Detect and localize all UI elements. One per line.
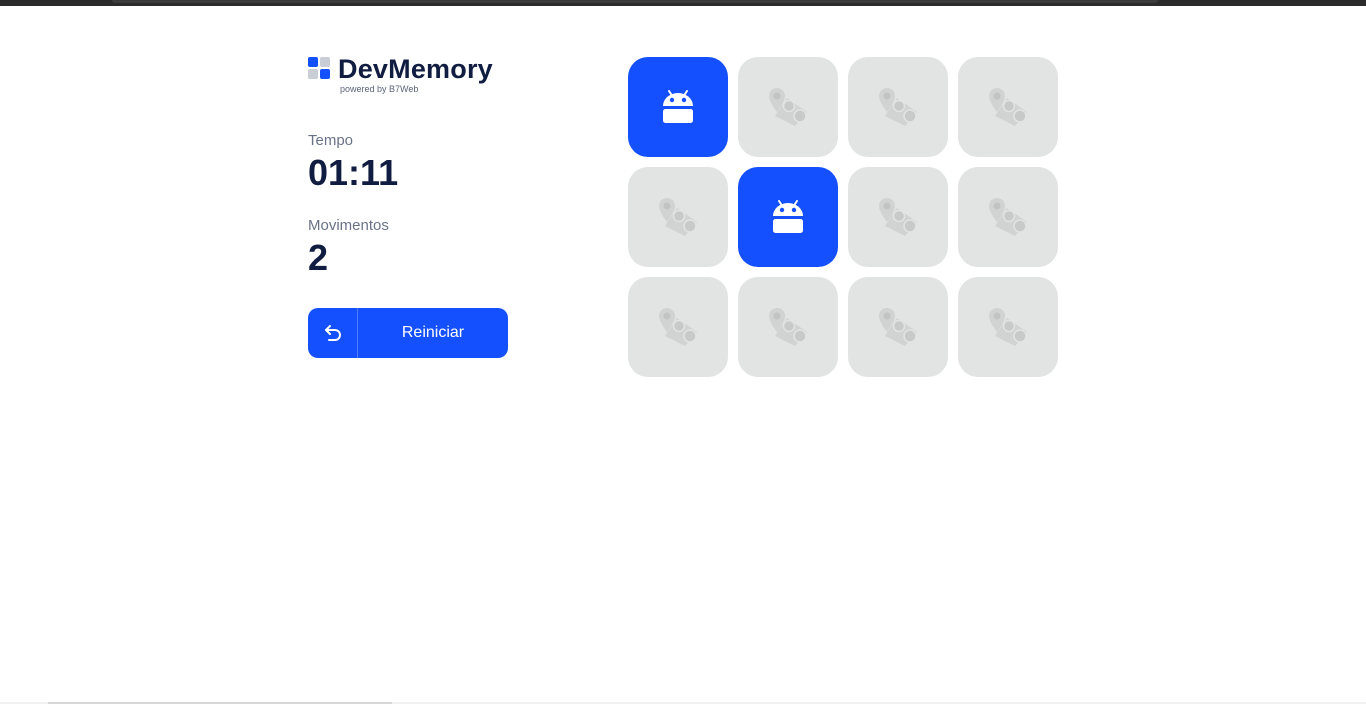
moves-value: 2: [308, 237, 329, 278]
card-back-icon: [767, 306, 809, 348]
logo-text: DevMemory powered by B7Web: [338, 54, 493, 95]
browser-tab-strip: [112, 0, 1158, 3]
card-back-icon: [657, 306, 699, 348]
time-label: Tempo: [308, 132, 354, 149]
android-icon: [771, 199, 805, 235]
card-back-icon: [877, 196, 919, 238]
time-value: 01:11: [308, 152, 399, 193]
restart-button-label: Reiniciar: [401, 324, 465, 341]
restart-arrow-icon: [308, 308, 358, 358]
restart-button[interactable]: Reiniciar: [308, 308, 508, 358]
memory-card[interactable]: [848, 277, 948, 377]
memory-card[interactable]: [738, 57, 838, 157]
moves-label: Movimentos: [308, 217, 389, 234]
memory-card[interactable]: [628, 167, 728, 267]
memory-card[interactable]: [628, 57, 728, 157]
card-back-icon: [987, 196, 1029, 238]
memory-card[interactable]: [958, 57, 1058, 157]
memory-card[interactable]: [848, 167, 948, 267]
card-back-icon: [877, 86, 919, 128]
memory-card[interactable]: [738, 277, 838, 377]
card-grid: [628, 57, 1058, 377]
card-back-icon: [657, 196, 699, 238]
card-back-icon: [987, 306, 1029, 348]
logo[interactable]: DevMemory powered by B7Web: [308, 56, 508, 100]
memory-card[interactable]: [958, 277, 1058, 377]
card-back-icon: [767, 86, 809, 128]
browser-top-bar: [0, 0, 1366, 6]
brand-title: DevMemory: [338, 54, 493, 84]
android-icon: [661, 89, 695, 125]
memory-card[interactable]: [958, 167, 1058, 267]
info-panel: DevMemory powered by B7Web Tempo 01:11 M…: [308, 56, 508, 358]
memory-card[interactable]: [738, 167, 838, 267]
memory-card[interactable]: [848, 57, 948, 157]
card-back-icon: [987, 86, 1029, 128]
brand-subtitle: powered by B7Web: [340, 84, 419, 94]
logo-squares-icon: [308, 57, 331, 80]
card-back-icon: [877, 306, 919, 348]
memory-card[interactable]: [628, 277, 728, 377]
